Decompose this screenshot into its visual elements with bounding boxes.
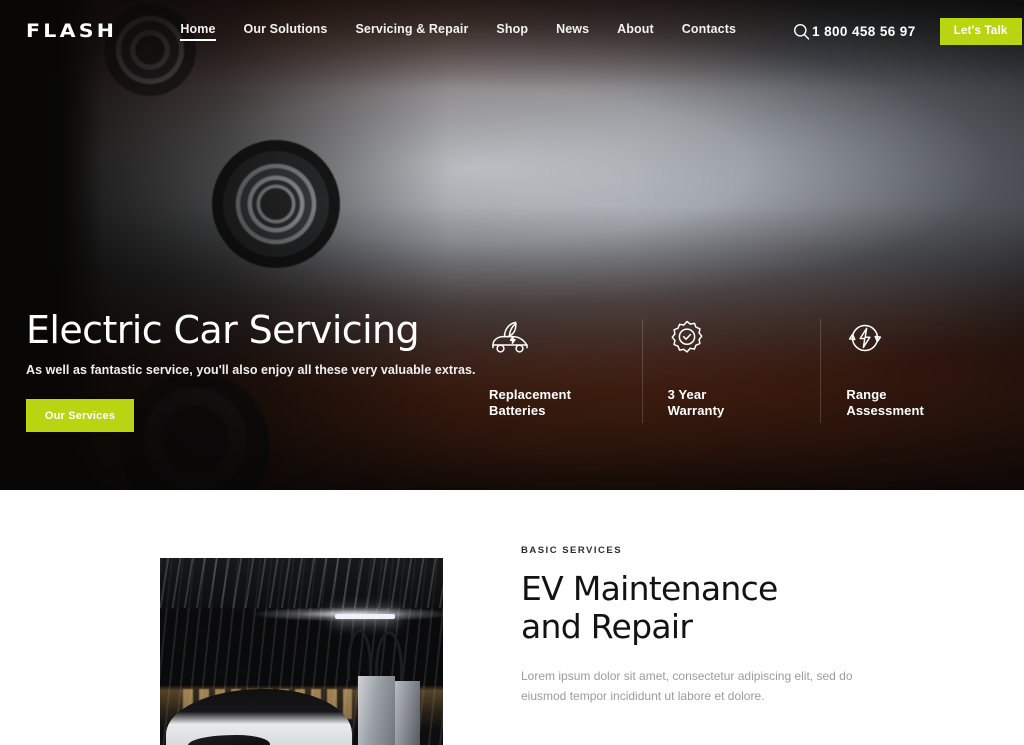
nav-item-contacts[interactable]: Contacts [682,22,736,41]
main-navigation: Home Our Solutions Servicing & Repair Sh… [180,20,812,42]
nav-item-home[interactable]: Home [180,22,216,41]
hero-section: FLASH Home Our Solutions Servicing & Rep… [0,0,1024,490]
photo-charge-cable-1 [346,629,373,682]
nav-item-servicing-repair[interactable]: Servicing & Repair [355,22,468,41]
header-right-group: 1 800 458 56 97 Let's Talk [812,17,1024,45]
hero-feature-label: 3 Year Warranty [667,387,725,418]
site-header: FLASH Home Our Solutions Servicing & Rep… [0,0,1024,62]
hero-copy-block: Electric Car Servicing As well as fantas… [26,308,476,433]
nav-item-about[interactable]: About [617,22,654,41]
photo-car-windshield [188,735,271,745]
nav-item-our-solutions[interactable]: Our Solutions [244,22,328,41]
search-icon[interactable] [790,20,812,42]
brand-logo[interactable]: FLASH [26,20,117,42]
photo-ceiling-light [335,614,395,620]
lets-talk-button[interactable]: Let's Talk [939,17,1022,45]
hero-feature-label: Replacement Batteries [489,387,572,418]
lightning-refresh-icon [846,315,987,361]
hero-subtitle: As well as fantastic service, you'll als… [26,363,476,378]
services-eyebrow: BASIC SERVICES [521,545,623,556]
header-phone-number[interactable]: 1 800 458 56 97 [812,24,916,39]
photo-ceiling [160,558,443,609]
hero-feature-label: Range Assessment [846,387,924,418]
services-title: EV Maintenance and Repair [521,569,778,647]
nav-item-shop[interactable]: Shop [496,22,528,41]
hero-feature-list: Replacement Batteries 3 Year Warranty Ra… [489,315,999,423]
our-services-button[interactable]: Our Services [26,399,134,433]
ev-charging-station-photo [160,558,443,745]
hero-feature-3-year-warranty: 3 Year Warranty [641,315,821,423]
services-text-block: BASIC SERVICES EV Maintenance and Repair… [521,545,941,707]
hero-title: Electric Car Servicing [26,308,420,352]
nav-item-news[interactable]: News [556,22,589,41]
basic-services-section: BASIC SERVICES EV Maintenance and Repair… [0,490,1024,745]
services-paragraph: Lorem ipsum dolor sit amet, consectetur … [521,668,853,704]
photo-charger-unit-2 [394,681,421,745]
photo-charger-unit-1 [358,675,395,745]
ev-charging-photo-base [160,558,443,745]
eco-car-icon [489,315,630,361]
badge-check-icon [668,315,809,361]
hero-feature-replacement-batteries: Replacement Batteries [489,315,642,419]
hero-feature-range-assessment: Range Assessment [820,315,999,423]
